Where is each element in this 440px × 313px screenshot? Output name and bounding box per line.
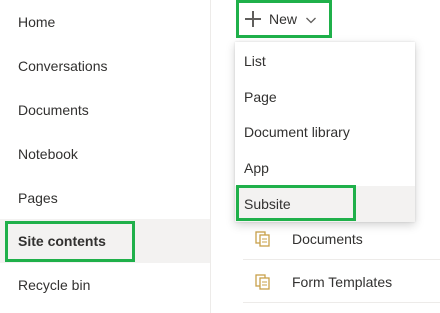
list-row[interactable]: Documents xyxy=(243,218,440,260)
nav-item-label: Documents xyxy=(18,102,89,118)
menu-item-app[interactable]: App xyxy=(235,150,415,186)
menu-item-subsite[interactable]: Subsite xyxy=(235,186,415,222)
list-row[interactable]: Form Templates xyxy=(243,261,440,303)
list-row-name: Form Templates xyxy=(292,273,393,290)
chevron-down-icon xyxy=(305,13,317,25)
nav-item-label: Notebook xyxy=(18,146,78,162)
nav-item-documents[interactable]: Documents xyxy=(0,88,210,132)
plus-icon xyxy=(245,11,261,27)
nav-item-notebook[interactable]: Notebook xyxy=(0,132,210,176)
nav-item-label: Recycle bin xyxy=(18,277,91,293)
menu-item-label: App xyxy=(244,160,269,176)
nav-item-label: Pages xyxy=(18,190,58,206)
menu-item-page[interactable]: Page xyxy=(235,79,415,115)
new-button[interactable]: New xyxy=(238,1,330,37)
left-navigation: Home Conversations Documents Notebook Pa… xyxy=(0,0,211,313)
menu-item-label: List xyxy=(244,53,266,69)
nav-item-label: Site contents xyxy=(18,233,106,249)
menu-item-label: Document library xyxy=(244,124,350,140)
new-menu: List Page Document library App Subsite xyxy=(235,42,415,222)
nav-item-label: Conversations xyxy=(18,58,108,74)
nav-item-pages[interactable]: Pages xyxy=(0,176,210,220)
list-row-name: Documents xyxy=(292,230,363,247)
nav-item-site-contents[interactable]: Site contents xyxy=(0,219,210,263)
menu-item-list[interactable]: List xyxy=(235,43,415,79)
menu-item-label: Subsite xyxy=(244,196,291,212)
nav-item-recycle-bin[interactable]: Recycle bin xyxy=(0,263,210,307)
menu-item-document-library[interactable]: Document library xyxy=(235,114,415,150)
menu-item-label: Page xyxy=(244,89,277,105)
document-library-icon xyxy=(255,273,273,290)
nav-item-home[interactable]: Home xyxy=(0,0,210,44)
site-contents-page: Home Conversations Documents Notebook Pa… xyxy=(0,0,440,313)
nav-item-label: Home xyxy=(18,14,56,30)
new-button-label: New xyxy=(269,11,298,27)
nav-item-conversations[interactable]: Conversations xyxy=(0,44,210,88)
document-library-icon xyxy=(255,230,273,247)
